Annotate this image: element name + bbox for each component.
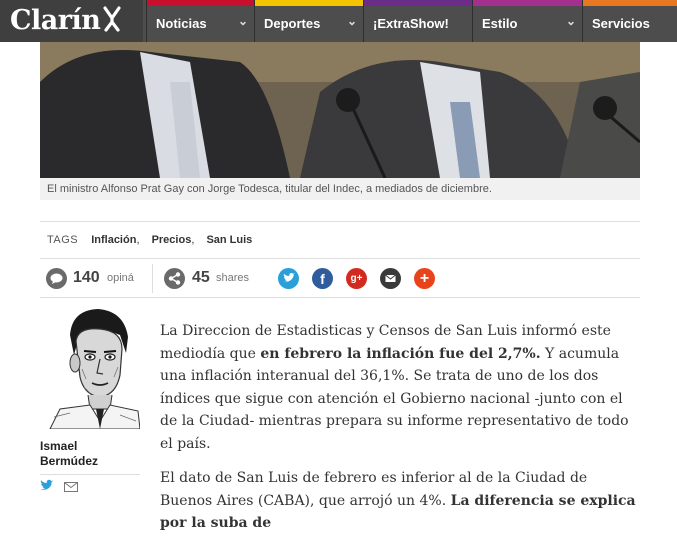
nav-label: Estilo: [482, 16, 518, 31]
author-last-name: Bermúdez: [40, 454, 99, 468]
chevron-down-icon[interactable]: ⌄: [347, 14, 357, 28]
share-button[interactable]: [164, 268, 185, 289]
shares-label: shares: [216, 272, 250, 284]
article-body: La Direccion de Estadisticas y Censos de…: [160, 320, 642, 547]
chevron-down-icon[interactable]: ⌄: [566, 14, 576, 28]
nav-item-deportes[interactable]: Deportes ⌄: [254, 0, 363, 42]
divider: [40, 474, 140, 475]
top-navigation-bar: Clarín Noticias ⌄ Deportes ⌄ ¡ExtraShow!…: [0, 0, 677, 42]
nav-color-bar: [255, 0, 363, 6]
photo-caption: El ministro Alfonso Prat Gay con Jorge T…: [40, 178, 640, 200]
nav-item-extrashow[interactable]: ¡ExtraShow!: [363, 0, 472, 42]
paragraph-highlight: en febrero la inflación fue del 2,7%.: [260, 345, 541, 362]
twitter-icon: [283, 272, 295, 282]
tag-link-san-luis[interactable]: San Luis: [206, 234, 252, 246]
divider: [40, 221, 640, 222]
nav-label: Deportes: [264, 16, 321, 31]
article-photo: [40, 42, 640, 178]
facebook-share-button[interactable]: f: [312, 268, 333, 289]
nav-item-servicios[interactable]: Servicios: [582, 0, 677, 42]
photo-illustration: [40, 42, 640, 178]
tags-label: TAGS: [47, 234, 79, 246]
author-email-link[interactable]: [64, 479, 78, 492]
social-share-bar: 140 opiná 45 shares f g+ +: [40, 261, 640, 297]
nav-label: Servicios: [592, 16, 650, 31]
article-paragraph: El dato de San Luis de febrero es inferi…: [160, 467, 642, 535]
tags-row: TAGS Inflación, Precios, San Luis: [47, 234, 253, 246]
email-share-button[interactable]: [380, 268, 401, 289]
nav-label: Noticias: [156, 16, 207, 31]
author-sketch-illustration: [40, 305, 141, 430]
divider: [40, 258, 640, 259]
nav-item-estilo[interactable]: Estilo ⌄: [472, 0, 582, 42]
nav-color-bar: [473, 0, 582, 6]
tag-link-inflacion[interactable]: Inflación: [91, 234, 136, 246]
author-first-name: Ismael: [40, 439, 78, 453]
shares-count: 45: [192, 269, 210, 286]
author-twitter-link[interactable]: [40, 478, 55, 490]
twitter-share-button[interactable]: [278, 268, 299, 289]
tag-link-precios[interactable]: Precios: [152, 234, 192, 246]
author-name[interactable]: Ismael Bermúdez: [40, 439, 98, 469]
comments-count: 140: [73, 269, 100, 286]
nav-color-bar: [583, 0, 677, 6]
site-logo[interactable]: Clarín: [0, 0, 143, 42]
logo-text: Clarín: [10, 5, 101, 36]
comments-label[interactable]: opiná: [107, 272, 134, 284]
plus-icon: +: [419, 270, 430, 287]
nav-color-bar: [147, 0, 254, 6]
nav-color-bar: [364, 0, 472, 6]
comments-button[interactable]: [46, 268, 67, 289]
twitter-icon: [40, 479, 54, 490]
nav-label: ¡ExtraShow!: [373, 16, 449, 31]
author-portrait[interactable]: [40, 305, 141, 430]
google-plus-share-button[interactable]: g+: [346, 268, 367, 289]
email-icon: [385, 274, 396, 282]
divider: [40, 297, 640, 298]
share-icon: [168, 272, 181, 285]
more-share-button[interactable]: +: [414, 268, 435, 289]
article-paragraph: La Direccion de Estadisticas y Censos de…: [160, 320, 642, 455]
logo-figure-icon: [103, 6, 121, 32]
speech-bubble-icon: [50, 273, 63, 284]
facebook-icon: f: [320, 271, 325, 287]
google-plus-icon: g+: [350, 273, 363, 284]
chevron-down-icon[interactable]: ⌄: [238, 14, 248, 28]
separator: [152, 264, 153, 293]
nav-item-noticias[interactable]: Noticias ⌄: [146, 0, 254, 42]
